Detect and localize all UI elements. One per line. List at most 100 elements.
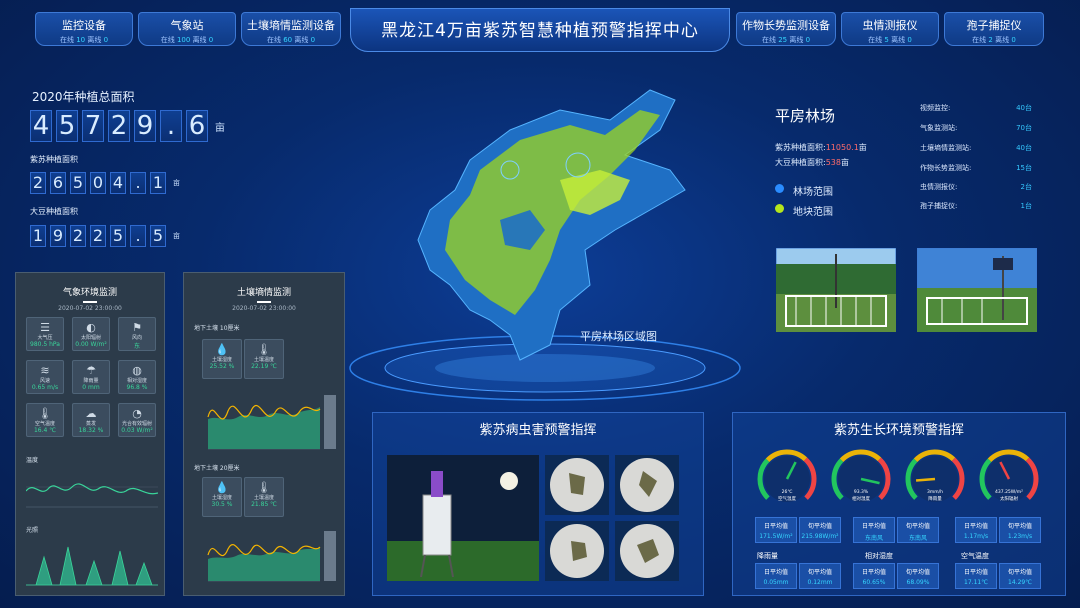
tab-status: 在线 25 离线 0 <box>761 36 811 44</box>
card-label: 空气温度 <box>34 421 55 427</box>
avg-stat-value: 68.09% <box>906 579 930 586</box>
avg-stat-value: 0.05mm <box>763 579 789 586</box>
light-chart-label: 光照 <box>26 527 39 534</box>
digit: 5 <box>56 110 78 142</box>
forest-area-map[interactable] <box>410 80 690 365</box>
soil-temp-card[interactable]: 🌡 土壤温度 21.85 ℃ <box>244 477 284 517</box>
water-drop-icon: 💧 <box>215 481 229 494</box>
card-label: 风向 <box>131 335 142 341</box>
tab-soil-devices[interactable]: 土壤墒情监测设备 在线 60 离线 0 <box>241 12 341 46</box>
tab-status: 在线 5 离线 0 <box>868 36 912 44</box>
weather-card[interactable]: ◔ 光合有效辐射 0.03 W/m² <box>118 403 156 437</box>
gauge-label: 空气温度 <box>778 495 796 502</box>
avg-stat-value: 215.98W/m² <box>801 533 839 540</box>
digit: 5 <box>150 225 166 247</box>
digit: 2 <box>90 225 106 247</box>
device-count: 2台 <box>1020 183 1032 191</box>
soil-depth-10: 地下土壤 10厘米 <box>194 325 240 332</box>
group-label-rain: 降雨量 <box>757 552 778 560</box>
card-value: 0.00 W/m² <box>75 341 107 348</box>
device-label: 视频监控: <box>920 104 951 112</box>
tab-weather-station[interactable]: 气象站 在线 100 离线 0 <box>138 12 236 46</box>
gauge-label: 相对湿度 <box>852 495 870 502</box>
avg-stat-value: 14.29℃ <box>1008 579 1032 586</box>
digit: 7 <box>82 110 104 142</box>
insect-trap-photo[interactable] <box>387 455 539 581</box>
avg-stat-card: 日平均值 171.5W/m² <box>755 517 797 543</box>
avg-stat-label: 日平均值 <box>861 523 886 530</box>
card-value: 30.5 % <box>211 501 233 508</box>
wind-direction-icon: ⚑ <box>132 321 142 334</box>
forest-legend-label: 林场范围 <box>793 187 833 198</box>
perilla-area-info: 紫苏种植面积:11050.1亩 <box>775 143 867 152</box>
device-label: 孢子捕捉仪: <box>920 202 958 210</box>
soil-temp-card[interactable]: 🌡 土壤温度 22.19 ℃ <box>244 339 284 379</box>
device-count: 40台 <box>1016 104 1032 112</box>
spore-sample-image[interactable] <box>615 455 679 515</box>
avg-stat-label: 旬平均值 <box>1007 523 1032 530</box>
digit: 9 <box>50 225 66 247</box>
device-label: 气象监测站: <box>920 124 958 132</box>
avg-stat-card: 日平均值 0.05mm <box>755 563 797 589</box>
weather-card[interactable]: ☰ 大气压 980.5 hPa <box>26 317 64 351</box>
tab-label: 监控设备 <box>62 19 106 32</box>
spore-sample-image[interactable] <box>545 455 609 515</box>
card-label: 大气压 <box>37 335 53 341</box>
weather-card[interactable]: ◍ 相对湿度 96.8 % <box>118 360 156 394</box>
soil-station-photo[interactable] <box>917 248 1037 332</box>
tab-spore-trap[interactable]: 孢子捕捉仪 在线 2 离线 0 <box>944 12 1044 46</box>
thermometer-icon: 🌡 <box>257 343 271 356</box>
card-label: 降雨量 <box>83 378 99 384</box>
weather-card[interactable]: ☁ 蒸发 18.32 % <box>72 403 110 437</box>
weather-station-photo[interactable] <box>776 248 896 332</box>
digit: 9 <box>134 110 156 142</box>
weather-panel-title: 气象环境监测 <box>62 288 117 298</box>
unit: 亩 <box>173 232 180 240</box>
weather-card[interactable]: ⚑ 风向东 <box>118 317 156 351</box>
digit: . <box>130 225 146 247</box>
digit: 1 <box>150 172 166 194</box>
avg-stat-value: 0.12mm <box>807 579 833 586</box>
digit: 4 <box>30 110 52 142</box>
card-value: 0.03 W/m² <box>121 427 153 434</box>
weather-card[interactable]: ◐ 太阳辐射 0.00 W/m² <box>72 317 110 351</box>
avg-stat-value: 171.5W/m² <box>759 533 793 540</box>
gauge-label: 降雨量 <box>928 495 942 502</box>
tab-monitor-devices[interactable]: 监控设备 在线 10 离线 0 <box>35 12 133 46</box>
avg-stat-label: 日平均值 <box>763 569 788 576</box>
soil-moisture-card[interactable]: 💧 土壤湿度 25.52 % <box>202 339 242 379</box>
avg-stat-card: 日平均值 17.11℃ <box>955 563 997 589</box>
avg-stat-label: 日平均值 <box>963 569 988 576</box>
digit: . <box>130 172 146 194</box>
spore-sample-image[interactable] <box>545 521 609 581</box>
tab-label: 虫情测报仪 <box>862 19 918 32</box>
title-underline <box>257 301 271 303</box>
digit: . <box>160 110 182 142</box>
device-count: 15台 <box>1016 164 1032 172</box>
card-value: 25.52 % <box>209 363 235 370</box>
weather-panel: 气象环境监测 2020-07-02 23:00:00 ☰ 大气压 980.5 hPa… <box>15 272 165 596</box>
spore-sample-image[interactable] <box>615 521 679 581</box>
weather-card[interactable]: ≋ 风速 0.65 m/s <box>26 360 64 394</box>
group-label-humidity: 相对湿度 <box>865 552 893 560</box>
avg-stat-value: 17.11℃ <box>964 579 988 586</box>
gauge: 93.3%相对湿度 <box>831 449 891 502</box>
tab-crop-devices[interactable]: 作物长势监测设备 在线 25 离线 0 <box>736 12 836 46</box>
soil-date: 2020-07-02 23:00:00 <box>232 305 296 312</box>
weather-card[interactable]: 🌡 空气温度 16.4 ℃ <box>26 403 64 437</box>
soil-moisture-card[interactable]: 💧 土壤湿度 30.5 % <box>202 477 242 517</box>
weather-card[interactable]: ☂ 降雨量 0 mm <box>72 360 110 394</box>
avg-stat-label: 旬平均值 <box>905 523 930 530</box>
digit: 2 <box>108 110 130 142</box>
avg-stat-value: 东南风 <box>908 535 927 542</box>
card-label: 土壤湿度 <box>211 495 232 501</box>
gauge-value: 3mm/h <box>927 489 943 495</box>
card-label: 风速 <box>39 378 50 384</box>
card-value: 0 mm <box>82 384 100 391</box>
gauge-icon: ◔ <box>132 407 142 420</box>
card-label: 相对湿度 <box>126 378 147 384</box>
tab-pest-reporter[interactable]: 虫情测报仪在线 5 离线 0 <box>841 12 939 46</box>
total-area-label: 2020年种植总面积 <box>32 90 135 104</box>
avg-stat-label: 旬平均值 <box>807 569 832 576</box>
avg-stat-card: 旬平均值 1.23m/s <box>999 517 1041 543</box>
